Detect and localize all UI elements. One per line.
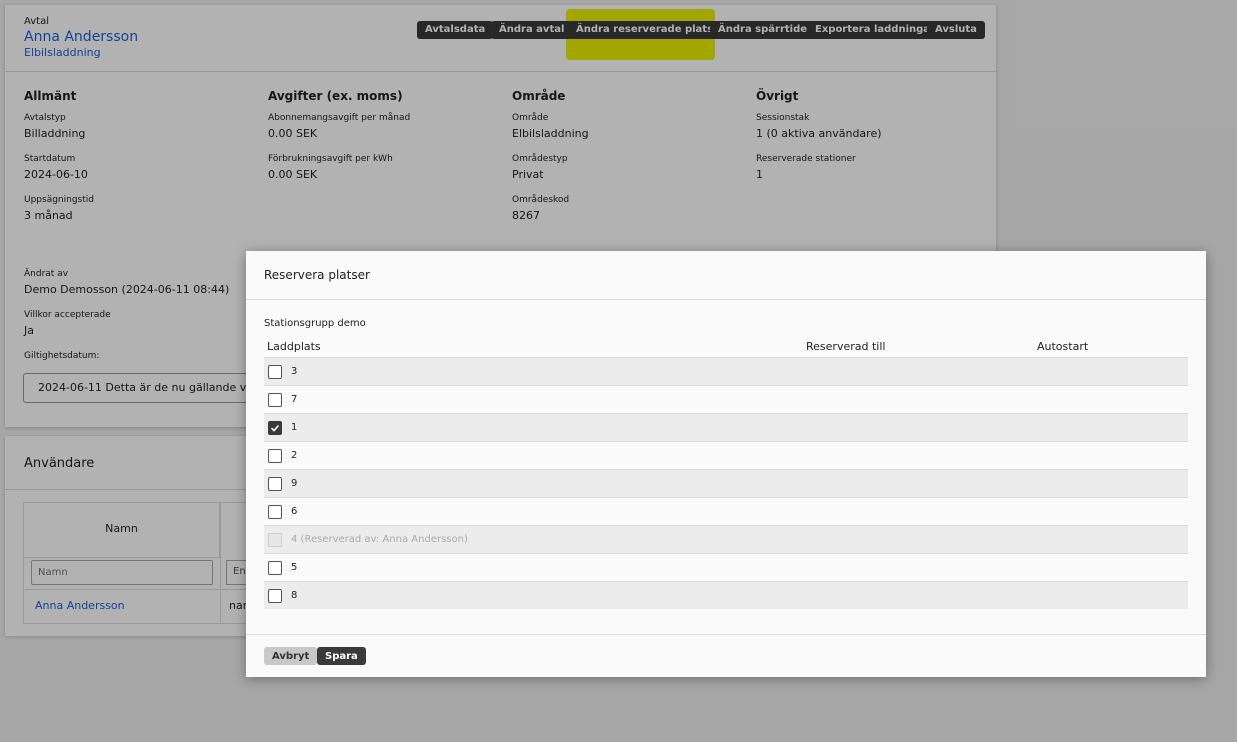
column-header-reserved-until: Reserverad till (806, 340, 886, 353)
station-group-label: Stationsgrupp demo (264, 318, 366, 329)
spot-row: 6 (264, 497, 1188, 525)
spot-row: 2 (264, 441, 1188, 469)
spot-label: 4 (Reserverad av: Anna Andersson) (291, 534, 468, 545)
check-icon (270, 424, 280, 432)
spot-row: 8 (264, 581, 1188, 609)
spot-row: 3 (264, 357, 1188, 385)
spot-label: 8 (291, 590, 298, 601)
spot-label: 7 (291, 394, 298, 405)
spot-row: 7 (264, 385, 1188, 413)
spot-checkbox[interactable] (268, 504, 282, 519)
spot-label: 2 (291, 450, 298, 461)
spot-checkbox[interactable] (268, 560, 282, 575)
spot-row: 4 (Reserverad av: Anna Andersson) (264, 525, 1188, 553)
column-header-spot: Laddplats (267, 340, 321, 353)
spot-checkbox (268, 532, 282, 547)
spot-label: 9 (291, 478, 298, 489)
column-header-autostart: Autostart (1037, 340, 1089, 353)
spot-checkbox[interactable] (268, 448, 282, 463)
cancel-button[interactable]: Avbryt (264, 647, 318, 665)
spot-list: 3712964 (Reserverad av: Anna Andersson) 5… (264, 357, 1188, 609)
spot-checkbox[interactable] (268, 588, 282, 603)
save-button[interactable]: Spara (317, 647, 366, 665)
spot-row: 5 (264, 553, 1188, 581)
dialog-footer-divider (246, 634, 1206, 635)
spot-row: 1 (264, 413, 1188, 441)
dialog-header-divider (246, 299, 1206, 300)
spot-row: 9 (264, 469, 1188, 497)
dialog-title: Reservera platser (264, 268, 370, 282)
spot-label: 5 (291, 562, 298, 573)
spot-checkbox[interactable] (268, 420, 282, 435)
spot-label: 3 (291, 366, 298, 377)
spot-label: 1 (291, 422, 298, 433)
spot-checkbox[interactable] (268, 392, 282, 407)
reserve-spots-dialog: Reservera platser Stationsgrupp demo Lad… (246, 251, 1206, 677)
spot-checkbox[interactable] (268, 364, 282, 379)
spot-checkbox[interactable] (268, 476, 282, 491)
spot-label: 6 (291, 506, 298, 517)
